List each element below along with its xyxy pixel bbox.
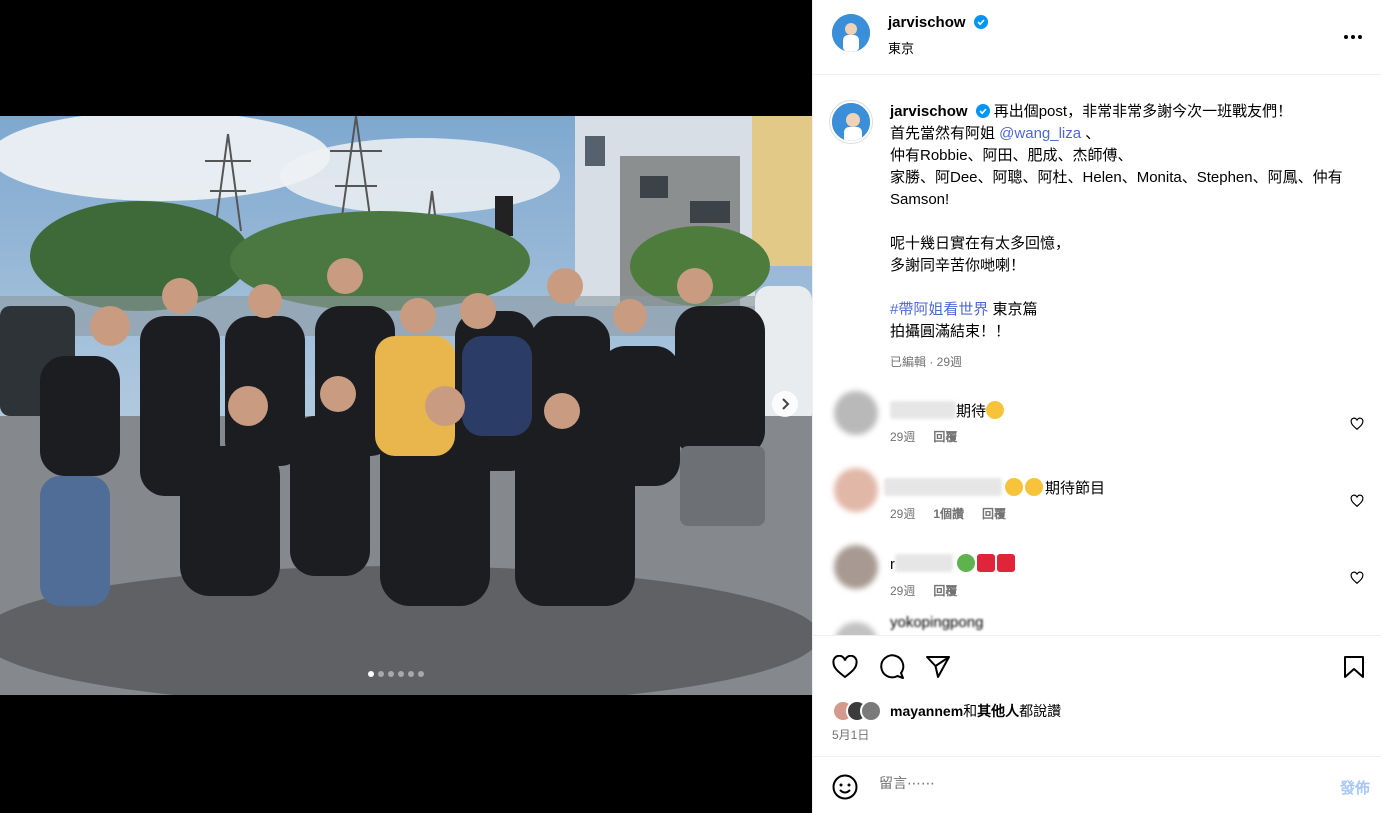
more-icon <box>1344 35 1348 39</box>
comment-likes-count[interactable]: 1個讚 <box>933 505 964 522</box>
caption-text-line: 拍攝圓滿結束！！ <box>890 323 1011 340</box>
add-comment-bar: 發佈 <box>813 756 1381 813</box>
caption-text-line: 首先當然有阿姐 <box>890 125 1000 142</box>
comment-button[interactable] <box>878 653 906 681</box>
frog-emoji <box>957 554 975 572</box>
media-pane <box>0 0 812 813</box>
caption-text-line: 仲有Robbie、阿田、肥成、杰師傅、 <box>890 147 1133 164</box>
likes-connector: 和 <box>963 703 978 719</box>
post-photo <box>0 116 812 695</box>
comment-item: 期待節目 29週 1個讚 回覆 <box>813 468 1381 545</box>
comment-like-icon[interactable] <box>1350 494 1364 508</box>
caption-text-line: 再出個post，非常非常多謝今次一班戰友們！ <box>993 103 1293 120</box>
commenter-avatar[interactable] <box>834 622 878 635</box>
heart-emoji <box>997 554 1015 572</box>
comment-time: 29週 <box>890 507 916 521</box>
post-viewer: jarvischow 東京 jarvischow 再出個post，非常非常多謝今… <box>0 0 1381 813</box>
carousel-dot <box>418 671 424 677</box>
caption-meta: 已編輯 · 29週 <box>890 355 963 369</box>
more-options-button[interactable] <box>1341 25 1365 49</box>
comment-input[interactable] <box>879 775 1299 791</box>
commenter-username-blur <box>895 554 953 572</box>
caption-avatar[interactable] <box>830 101 872 143</box>
comment-item: yokopingpong <box>813 614 1381 635</box>
liker-avatar[interactable] <box>860 700 882 722</box>
post-side-panel: jarvischow 東京 jarvischow 再出個post，非常非常多謝今… <box>812 0 1381 813</box>
caption: jarvischow 再出個post，非常非常多謝今次一班戰友們！ 首先當然有阿… <box>813 76 1381 373</box>
share-button[interactable] <box>924 653 952 681</box>
comments-list: jarvischow 再出個post，非常非常多謝今次一班戰友們！ 首先當然有阿… <box>813 76 1381 635</box>
commenter-avatar[interactable] <box>834 468 878 512</box>
reply-button[interactable]: 回覆 <box>982 505 1006 522</box>
bookmark-icon <box>1344 656 1364 678</box>
comment-like-icon[interactable] <box>1350 417 1364 431</box>
caption-text-line: 呢十幾日實在有太多回憶， <box>890 235 1071 252</box>
likes-others-link[interactable]: 其他人 <box>977 703 1019 719</box>
reply-button[interactable]: 回覆 <box>933 428 957 445</box>
raised-hands-emoji <box>986 401 1005 419</box>
emoji-picker-button[interactable] <box>832 774 858 805</box>
liker-username[interactable]: mayannem <box>890 703 963 719</box>
caption-text-line: 家勝、阿Dee、阿聰、阿杜、Helen、Monita、Stephen、阿鳳、仲有… <box>890 169 1343 208</box>
likes-summary: mayannem和其他人都說讚 <box>832 700 1061 722</box>
next-arrow-icon <box>782 398 790 410</box>
caption-text-line: 東京篇 <box>988 301 1038 318</box>
carousel-dot <box>408 671 414 677</box>
comment-text: 期待節目 <box>1045 480 1106 497</box>
commenter-username[interactable] <box>890 401 956 419</box>
hashtag-link[interactable]: #帶阿姐看世界 <box>890 301 988 318</box>
action-icons <box>813 636 1381 696</box>
caption-username[interactable]: jarvischow <box>890 103 968 120</box>
post-location[interactable]: 東京 <box>888 38 914 57</box>
commenter-username[interactable] <box>884 478 1002 496</box>
post-header: jarvischow 東京 <box>813 0 1381 75</box>
commenter-username[interactable]: yokopingpong <box>890 614 983 631</box>
likes-suffix: 都說讚 <box>1019 703 1062 719</box>
save-button[interactable] <box>1340 653 1368 681</box>
next-photo-button[interactable] <box>772 391 798 417</box>
comment-time: 29週 <box>890 430 916 444</box>
reply-button[interactable]: 回覆 <box>933 582 957 599</box>
post-date[interactable]: 5月1日 <box>832 726 869 743</box>
comment-icon <box>880 654 905 679</box>
mention-link[interactable]: @wang_liza <box>999 125 1081 142</box>
carousel-dot <box>378 671 384 677</box>
post-actions: mayannem和其他人都說讚 5月1日 <box>813 635 1381 742</box>
comment-like-icon[interactable] <box>1350 571 1364 585</box>
comment-text: 期待 <box>956 403 987 420</box>
emoji-icon <box>832 774 858 800</box>
carousel-dot <box>398 671 404 677</box>
like-button[interactable] <box>831 653 859 681</box>
share-icon <box>926 656 950 678</box>
commenter-avatar[interactable] <box>834 391 878 435</box>
caption-text-line: 多謝同辛苦你哋喇！ <box>890 257 1026 274</box>
comment-time: 29週 <box>890 584 916 598</box>
comment-item: 期待 29週 回覆 <box>813 391 1381 468</box>
commenter-avatar[interactable] <box>834 545 878 589</box>
heart-icon <box>832 655 858 679</box>
carousel-indicator <box>368 671 424 677</box>
author-username[interactable]: jarvischow <box>888 14 966 31</box>
heart-emoji <box>977 554 995 572</box>
verified-icon <box>975 104 990 118</box>
caption-text-line: 、 <box>1081 125 1101 142</box>
verified-icon <box>974 15 988 29</box>
author-avatar[interactable] <box>832 14 870 52</box>
sunglasses-emoji <box>1025 478 1043 496</box>
post-comment-button[interactable]: 發佈 <box>1340 777 1370 798</box>
carousel-dot <box>388 671 394 677</box>
sunglasses-emoji <box>1005 478 1023 496</box>
carousel-dot <box>368 671 374 677</box>
comment-item: r 29週 回覆 <box>813 545 1381 622</box>
